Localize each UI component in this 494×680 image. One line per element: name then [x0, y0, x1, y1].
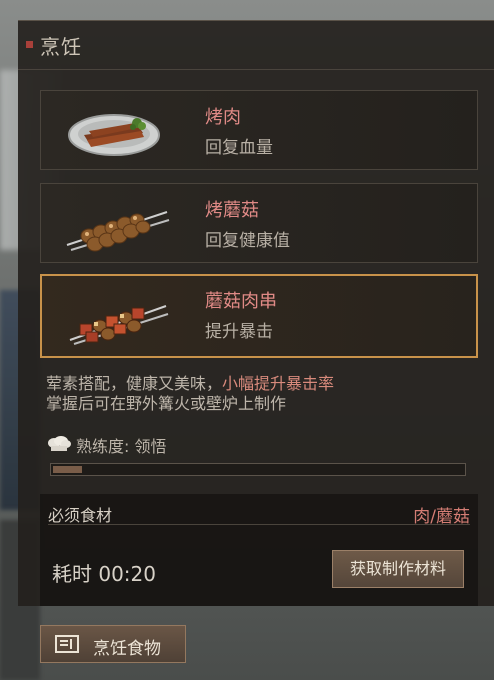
recipe-description: 荤素搭配，健康又美味，小幅提升暴击率 掌握后可在野外篝火或壁炉上制作	[46, 374, 334, 414]
cooking-panel: 烹饪 烤肉 回复血量 烤蘑菇 回复健康值 蘑菇肉串 提升暴击 荤素搭配，健康又美…	[18, 20, 494, 606]
chef-hat-icon	[46, 435, 72, 453]
cook-food-label: 烹饪食物	[93, 639, 161, 659]
recipe-desc: 回复血量	[205, 138, 273, 158]
ingredients-value: 肉/蘑菇	[413, 507, 470, 527]
cook-food-button[interactable]: 烹饪食物	[40, 625, 186, 663]
ingredients-row: 必须食材 肉/蘑菇	[48, 500, 470, 527]
recipe-desc: 回复健康值	[205, 231, 290, 251]
description-text: 荤素搭配，健康又美味，	[46, 374, 223, 393]
requirements-section: 必须食材 肉/蘑菇 耗时 00:20 获取制作材料	[40, 494, 478, 606]
cook-time: 耗时 00:20	[52, 562, 156, 586]
recipe-name: 烤蘑菇	[205, 200, 259, 221]
grilled-meat-plate-icon	[49, 97, 179, 163]
proficiency-label: 熟练度: 领悟	[76, 437, 167, 456]
proficiency-bar	[50, 463, 466, 476]
get-materials-button[interactable]: 获取制作材料	[332, 550, 464, 588]
recipe-card-grilled-mushroom[interactable]: 烤蘑菇 回复健康值	[40, 183, 478, 263]
ingredients-label: 必须食材	[48, 506, 113, 525]
proficiency-fill	[53, 466, 82, 473]
mushroom-skewer-icon	[49, 190, 179, 256]
panel-title: 烹饪	[40, 35, 82, 59]
panel-header: 烹饪	[18, 21, 494, 70]
header-marker-icon	[26, 41, 33, 48]
recipe-desc: 提升暴击	[205, 322, 273, 342]
description-highlight: 小幅提升暴击率	[222, 374, 335, 393]
recipe-card-grilled-meat[interactable]: 烤肉 回复血量	[40, 90, 478, 170]
recipe-book-icon	[55, 635, 79, 653]
recipe-card-meat-mushroom-skewer[interactable]: 蘑菇肉串 提升暴击	[40, 274, 478, 358]
recipe-name: 蘑菇肉串	[205, 291, 277, 312]
recipe-name: 烤肉	[205, 107, 241, 128]
description-text: 掌握后可在野外篝火或壁炉上制作	[46, 394, 287, 413]
meat-mushroom-skewer-icon	[50, 282, 180, 348]
